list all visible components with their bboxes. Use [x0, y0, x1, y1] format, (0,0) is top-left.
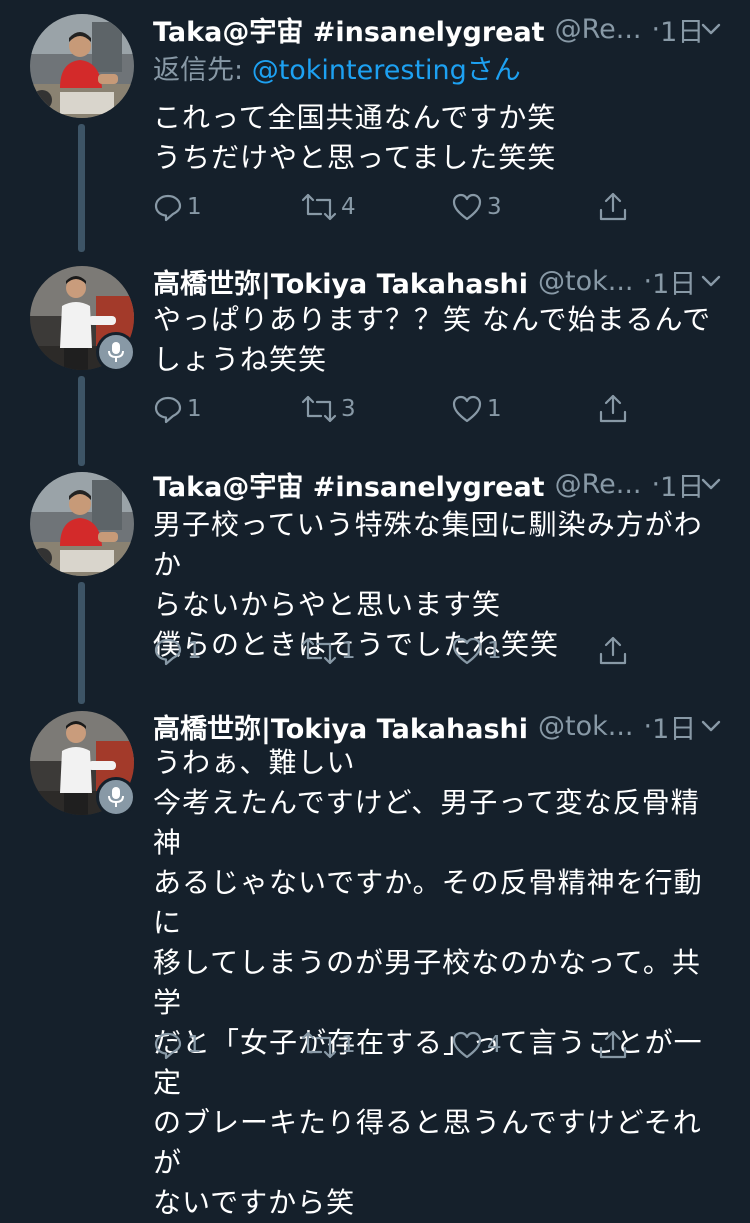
chevron-down-icon[interactable]: [700, 270, 722, 292]
reply-icon: [154, 638, 182, 666]
reply-button[interactable]: 1: [153, 631, 202, 671]
reply-button[interactable]: 1: [153, 389, 202, 429]
reply-to-mention[interactable]: @tokinteresting: [252, 55, 467, 86]
reply-to-label: 返信先:: [153, 55, 252, 86]
reply-count: 1: [187, 638, 202, 664]
display-name[interactable]: Taka@宇宙 #insanelygreat: [153, 10, 545, 48]
reply-icon: [154, 1032, 182, 1060]
like-count: 4: [487, 1032, 502, 1058]
timestamp[interactable]: 1日: [652, 262, 696, 300]
share-icon: [599, 1030, 627, 1059]
voice-badge: [96, 777, 136, 817]
tweet-header: Taka@宇宙 #insanelygreat @Re... · 1日: [153, 465, 726, 503]
share-icon: [599, 192, 627, 221]
retweet-button[interactable]: 3: [301, 389, 356, 429]
avatar[interactable]: [30, 14, 134, 118]
tweet-text: うわぁ、難しい 今考えたんですけど、男子って変な反骨精神 あるじゃないですか。そ…: [153, 746, 703, 1219]
user-handle[interactable]: @tok...: [538, 711, 634, 742]
share-button[interactable]: [598, 389, 628, 429]
tweet-actions: 1 3 1: [153, 389, 653, 429]
user-handle[interactable]: @tok...: [538, 266, 634, 297]
user-handle[interactable]: @Re...: [555, 469, 642, 500]
like-button[interactable]: 4: [451, 1025, 502, 1065]
like-count: 3: [487, 194, 502, 220]
tweet-header: 高橋世弥|Tokiya Takahashi @tok... · 1日: [153, 707, 726, 745]
like-button[interactable]: 1: [451, 389, 502, 429]
display-name[interactable]: 高橋世弥|Tokiya Takahashi: [153, 262, 528, 300]
retweet-icon: [301, 637, 337, 665]
tweet-text: これって全国共通なんですか笑 うちだけやと思ってました笑笑: [153, 101, 557, 174]
chevron-down-icon[interactable]: [700, 18, 722, 40]
like-count: 1: [487, 638, 502, 664]
retweet-icon: [301, 1031, 337, 1059]
tweet-header: 高橋世弥|Tokiya Takahashi @tok... · 1日: [153, 262, 726, 300]
like-count: 1: [487, 396, 502, 422]
reply-count: 1: [187, 194, 202, 220]
share-icon: [599, 636, 627, 665]
like-button[interactable]: 1: [451, 631, 502, 671]
tweet[interactable]: 高橋世弥|Tokiya Takahashi @tok... · 1日 うわぁ、難…: [0, 705, 750, 1219]
voice-badge: [96, 332, 136, 372]
user-handle[interactable]: @Re...: [555, 14, 642, 45]
reply-button[interactable]: 1: [153, 187, 202, 227]
heart-icon: [452, 1031, 482, 1059]
conversation-thread: Taka@宇宙 #insanelygreat @Re... · 1日 返信先: …: [0, 0, 750, 1219]
avatar-photo-red-shirt: [30, 14, 134, 118]
share-icon: [599, 394, 627, 423]
microphone-icon: [108, 342, 124, 362]
avatar[interactable]: [30, 472, 134, 576]
retweet-button[interactable]: 1: [301, 631, 356, 671]
heart-icon: [452, 395, 482, 423]
separator-dot: ·: [651, 13, 661, 45]
retweet-icon: [301, 193, 337, 221]
share-button[interactable]: [598, 1025, 628, 1065]
share-button[interactable]: [598, 187, 628, 227]
reply-button[interactable]: 1: [153, 1025, 202, 1065]
tweet-actions: 1 1 1: [153, 631, 653, 671]
avatar-photo-red-shirt: [30, 472, 134, 576]
reply-icon: [154, 194, 182, 222]
reply-count: 1: [187, 396, 202, 422]
reply-to-line: 返信先: @tokinterestingさん: [153, 48, 521, 87]
tweet-actions: 1 4 3: [153, 187, 653, 227]
tweet-actions: 1 1 4: [153, 1025, 653, 1065]
retweet-count: 3: [341, 396, 356, 422]
tweet-header: Taka@宇宙 #insanelygreat @Re... · 1日: [153, 10, 726, 48]
reply-icon: [154, 396, 182, 424]
retweet-count: 4: [341, 194, 356, 220]
tweet[interactable]: Taka@宇宙 #insanelygreat @Re... · 1日 返信先: …: [0, 0, 750, 250]
reply-to-suffix[interactable]: さん: [467, 55, 521, 86]
display-name[interactable]: Taka@宇宙 #insanelygreat: [153, 465, 545, 503]
tweet-text: やっぱりあります？？笑 なんで始まるんで しょうね笑笑: [153, 303, 712, 376]
separator-dot: ·: [643, 710, 653, 742]
timestamp[interactable]: 1日: [660, 465, 704, 503]
separator-dot: ·: [643, 265, 653, 297]
chevron-down-icon[interactable]: [700, 715, 722, 737]
timestamp[interactable]: 1日: [660, 10, 704, 48]
retweet-count: 1: [341, 638, 356, 664]
heart-icon: [452, 637, 482, 665]
share-button[interactable]: [598, 631, 628, 671]
retweet-icon: [301, 395, 337, 423]
separator-dot: ·: [651, 468, 661, 500]
like-button[interactable]: 3: [451, 187, 502, 227]
reply-count: 1: [187, 1032, 202, 1058]
heart-icon: [452, 193, 482, 221]
microphone-icon: [108, 787, 124, 807]
timestamp[interactable]: 1日: [652, 707, 696, 745]
display-name[interactable]: 高橋世弥|Tokiya Takahashi: [153, 707, 528, 745]
chevron-down-icon[interactable]: [700, 473, 722, 495]
retweet-count: 1: [341, 1032, 356, 1058]
retweet-button[interactable]: 1: [301, 1025, 356, 1065]
tweet[interactable]: 高橋世弥|Tokiya Takahashi @tok... · 1日 やっぱりあ…: [0, 250, 750, 465]
retweet-button[interactable]: 4: [301, 187, 356, 227]
tweet[interactable]: Taka@宇宙 #insanelygreat @Re... · 1日 男子校って…: [0, 465, 750, 705]
